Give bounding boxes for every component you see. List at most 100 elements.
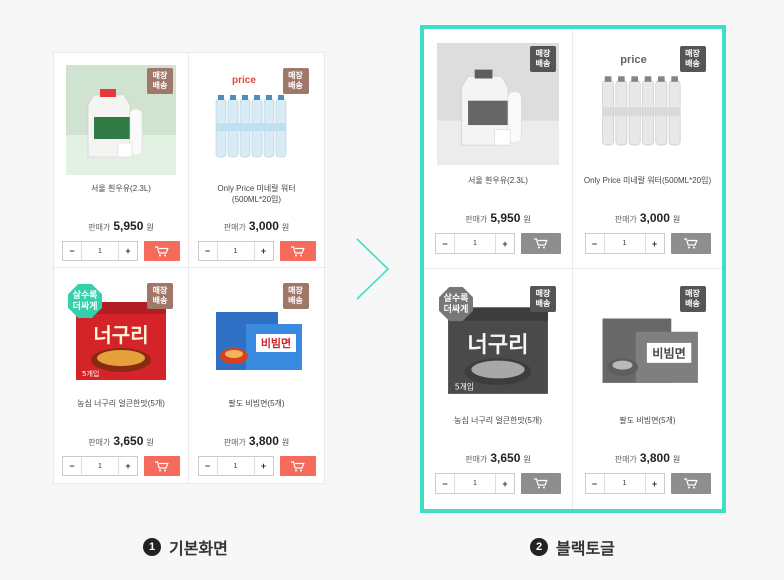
add-to-cart-button[interactable]: [521, 473, 561, 494]
water-bottles-image[interactable]: price 매장 배송: [586, 43, 709, 165]
decrease-button[interactable]: −: [199, 457, 217, 475]
currency-unit: 원: [672, 455, 681, 464]
decrease-button[interactable]: −: [63, 457, 81, 475]
chevron-right-icon: [356, 238, 390, 300]
quantity-field[interactable]: 1: [454, 234, 496, 253]
product-name[interactable]: 팔도 비빔면(5개): [218, 398, 294, 422]
price-row: 판매가 3,650 원: [88, 434, 154, 448]
quantity-field[interactable]: 1: [603, 234, 646, 253]
cart-controls: − 1 +: [584, 473, 711, 494]
product-name[interactable]: 서울 흰우유(2.3L): [458, 175, 538, 199]
add-to-cart-button[interactable]: [144, 241, 180, 261]
milk-carton-image[interactable]: 매장 배송: [66, 65, 176, 175]
increase-button[interactable]: +: [255, 242, 273, 260]
quantity-stepper: − 1 +: [435, 473, 515, 494]
currency-unit: 원: [281, 223, 290, 232]
product-card[interactable]: 비빔면 매장 배송 팔도 비빔면(5개) 판매가 3,800 원 − 1 +: [573, 269, 722, 509]
cart-icon: [683, 238, 698, 249]
cart-controls: − 1 +: [62, 241, 180, 261]
product-card[interactable]: price 매장 배송 Only Price 미네랄 워터(500ML*20입)…: [573, 29, 722, 269]
caption-text: 기본화면: [169, 541, 228, 558]
increase-button[interactable]: +: [119, 457, 137, 475]
product-name[interactable]: 농심 너구리 얼큰한맛(5개): [67, 398, 175, 422]
water-bottles-image[interactable]: price 매장 배송: [201, 65, 312, 175]
increase-button[interactable]: +: [646, 474, 664, 493]
decrease-button[interactable]: −: [63, 242, 81, 260]
product-name[interactable]: 팔도 비빔면(5개): [609, 415, 685, 439]
ramen-title-text: 너구리: [467, 332, 528, 358]
price-value: 3,650: [113, 434, 144, 448]
cart-controls: − 1 +: [435, 473, 561, 494]
decrease-button[interactable]: −: [586, 234, 604, 253]
milk-carton-image[interactable]: 매장 배송: [437, 43, 559, 165]
store-delivery-badge: 매장 배송: [147, 283, 173, 309]
neoguri-ramen-image[interactable]: 너구리 5개입 살수록 더싸게 매장 배송: [437, 283, 559, 405]
default-product-grid: 매장 배송 서울 흰우유(2.3L) 판매가 5,950 원 − 1 + pri…: [53, 52, 325, 484]
add-to-cart-button[interactable]: [279, 456, 316, 476]
cart-icon: [290, 460, 305, 471]
cart-controls: − 1 +: [197, 456, 316, 476]
store-delivery-badge: 매장 배송: [679, 46, 706, 72]
increase-button[interactable]: +: [496, 474, 514, 493]
caption-text: 블랙토글: [556, 541, 615, 558]
quantity-field[interactable]: 1: [603, 474, 646, 493]
quantity-field[interactable]: 1: [216, 457, 255, 475]
decrease-button[interactable]: −: [586, 474, 604, 493]
currency-unit: 원: [523, 215, 531, 224]
price-row: 판매가 3,800 원: [615, 451, 681, 465]
step-number-badge: 1: [143, 538, 161, 556]
increase-button[interactable]: +: [496, 234, 514, 253]
caption-default: 1 기본화면: [143, 535, 228, 559]
increase-button[interactable]: +: [119, 242, 137, 260]
store-delivery-badge: 매장 배송: [147, 68, 173, 94]
cart-icon: [683, 478, 698, 489]
quantity-field[interactable]: 1: [216, 242, 255, 260]
increase-button[interactable]: +: [646, 234, 664, 253]
more-discount-badge: 살수록 더싸게: [439, 287, 473, 321]
price-label: 판매가: [465, 215, 488, 224]
increase-button[interactable]: +: [255, 457, 273, 475]
quantity-stepper: − 1 +: [62, 456, 138, 476]
store-delivery-badge: 매장 배송: [679, 286, 706, 312]
store-delivery-badge: 매장 배송: [282, 283, 309, 309]
product-card[interactable]: price 매장 배송 Only Price 미네랄 워터(500ML*20입)…: [189, 53, 324, 268]
product-name[interactable]: 서울 흰우유(2.3L): [81, 183, 161, 207]
neoguri-ramen-image[interactable]: 너구리 5개입 살수록 더싸게 매장 배송: [66, 280, 176, 390]
decrease-button[interactable]: −: [436, 234, 454, 253]
cart-icon: [290, 245, 305, 256]
product-name[interactable]: 농심 너구리 얼큰한맛(5개): [444, 415, 552, 439]
cart-icon: [534, 478, 548, 489]
add-to-cart-button[interactable]: [670, 233, 711, 254]
quantity-field[interactable]: 1: [81, 242, 119, 260]
cart-controls: − 1 +: [62, 456, 180, 476]
store-delivery-badge: 매장 배송: [530, 46, 556, 72]
bibim-noodle-image[interactable]: 비빔면 매장 배송: [586, 283, 709, 405]
product-name[interactable]: Only Price 미네랄 워터(500ML*20입): [189, 183, 324, 207]
product-card[interactable]: 너구리 5개입 살수록 더싸게 매장 배송 농심 너구리 얼큰한맛(5개) 판매…: [54, 268, 189, 483]
product-card[interactable]: 너구리 5개입 살수록 더싸게 매장 배송 농심 너구리 얼큰한맛(5개) 판매…: [424, 269, 573, 509]
price-label: 판매가: [465, 455, 488, 464]
price-label: 판매가: [223, 438, 246, 447]
price-value: 3,650: [490, 451, 521, 465]
product-card[interactable]: 비빔면 매장 배송 팔도 비빔면(5개) 판매가 3,800 원 − 1 +: [189, 268, 324, 483]
caption-black-toggle: 2 블랙토글: [530, 535, 615, 559]
decrease-button[interactable]: −: [199, 242, 217, 260]
add-to-cart-button[interactable]: [279, 241, 316, 261]
quantity-field[interactable]: 1: [81, 457, 119, 475]
price-row: 판매가 5,950 원: [88, 219, 154, 233]
store-delivery-badge: 매장 배송: [530, 286, 556, 312]
add-to-cart-button[interactable]: [670, 473, 711, 494]
cart-icon: [534, 238, 548, 249]
quantity-stepper: − 1 +: [435, 233, 515, 254]
product-card[interactable]: 매장 배송 서울 흰우유(2.3L) 판매가 5,950 원 − 1 +: [424, 29, 573, 269]
add-to-cart-button[interactable]: [521, 233, 561, 254]
price-row: 판매가 3,800 원: [224, 434, 290, 448]
product-name[interactable]: Only Price 미네랄 워터(500ML*20입): [574, 175, 721, 199]
black-toggle-product-grid: 매장 배송 서울 흰우유(2.3L) 판매가 5,950 원 − 1 + pri…: [420, 25, 726, 513]
decrease-button[interactable]: −: [436, 474, 454, 493]
bibim-noodle-image[interactable]: 비빔면 매장 배송: [201, 280, 312, 390]
add-to-cart-button[interactable]: [144, 456, 180, 476]
product-card[interactable]: 매장 배송 서울 흰우유(2.3L) 판매가 5,950 원 − 1 +: [54, 53, 189, 268]
price-logo-text: price: [232, 75, 256, 86]
quantity-field[interactable]: 1: [454, 474, 496, 493]
